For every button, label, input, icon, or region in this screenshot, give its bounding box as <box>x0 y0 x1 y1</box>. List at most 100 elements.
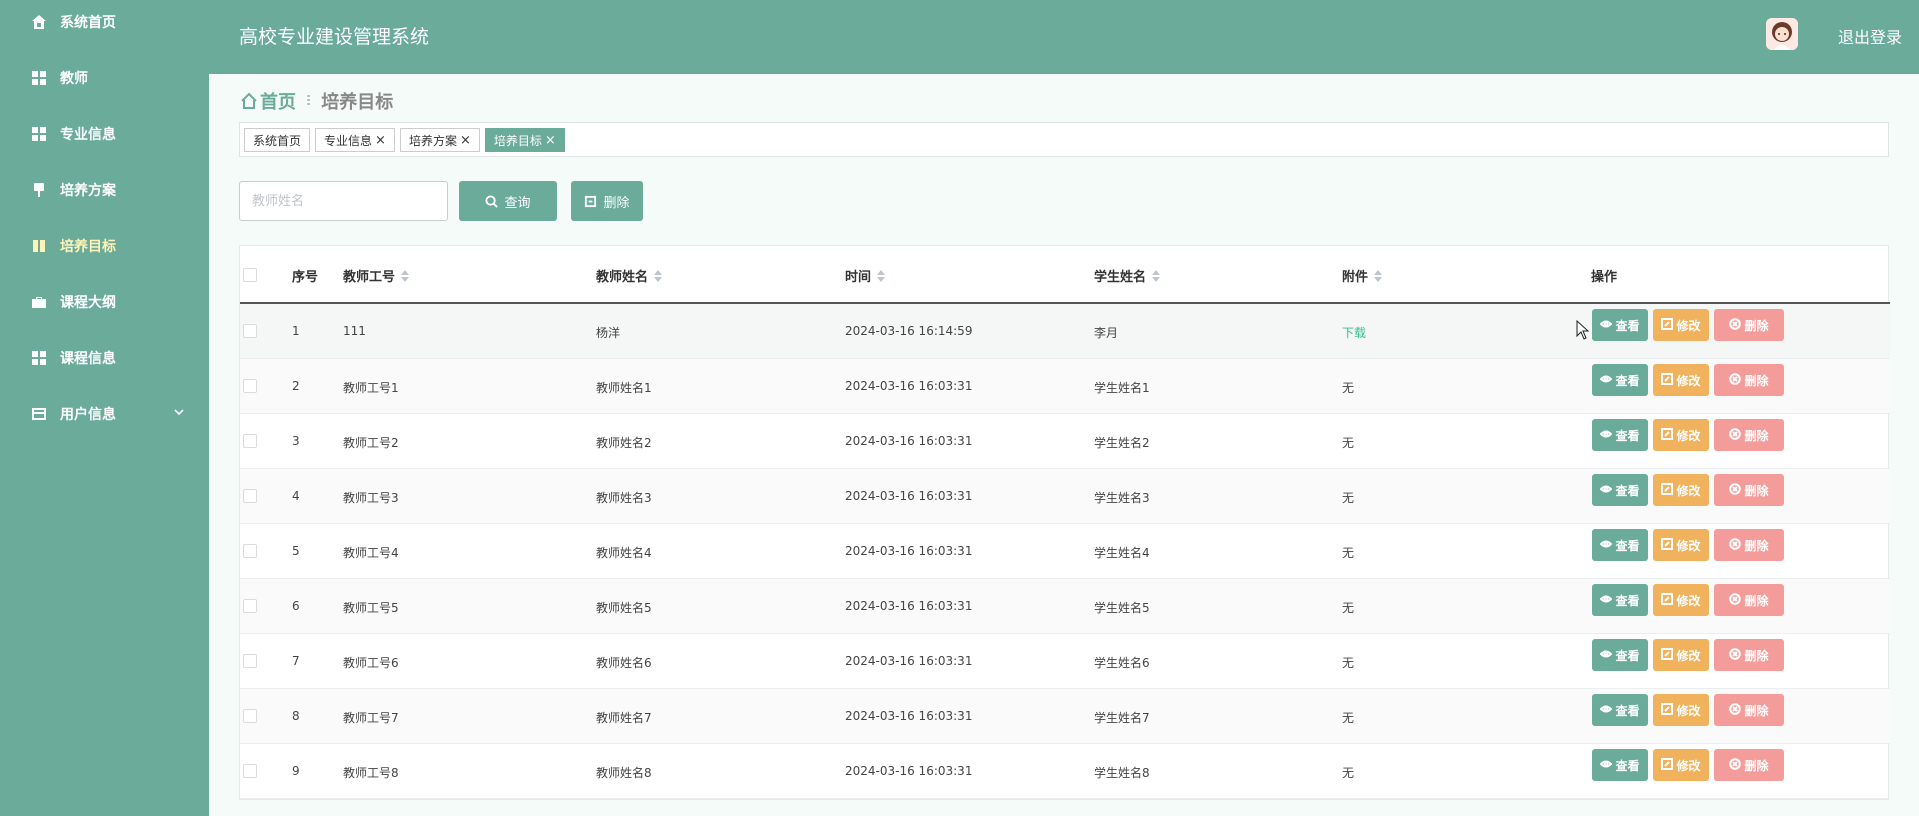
cell-time: 2024-03-16 16:03:31 <box>845 489 973 503</box>
table-row[interactable]: 8 教师工号7 教师姓名7 2024-03-16 16:03:31 学生姓名7 无 查看 修改… <box>240 689 1890 744</box>
sort-icon[interactable] <box>877 269 886 282</box>
column-header-time[interactable]: 时间 <box>845 266 886 285</box>
select-all-checkbox[interactable] <box>243 268 257 282</box>
table-row[interactable]: 2 教师工号1 教师姓名1 2024-03-16 16:03:31 学生姓名1 无 查看 修改… <box>240 359 1890 414</box>
row-checkbox[interactable] <box>243 654 257 668</box>
sidebar-item-plan[interactable]: 培养方案 <box>0 170 209 210</box>
close-icon[interactable]: × <box>375 134 386 147</box>
cell-teacher-id: 111 <box>343 324 366 338</box>
edit-button[interactable]: 修改 <box>1653 364 1709 396</box>
chevron-down-icon[interactable] <box>173 406 189 422</box>
delete-button[interactable]: 删除 <box>1714 639 1784 671</box>
cell-attachment: 无 <box>1342 381 1355 395</box>
row-checkbox[interactable] <box>243 489 257 503</box>
sort-icon[interactable] <box>1152 269 1161 282</box>
table-row[interactable]: 6 教师工号5 教师姓名5 2024-03-16 16:03:31 学生姓名5 无 查看 修改… <box>240 579 1890 634</box>
edit-button[interactable]: 修改 <box>1653 694 1709 726</box>
sort-icon[interactable] <box>654 269 663 282</box>
close-icon[interactable]: × <box>460 134 471 147</box>
table-row[interactable]: 1 111 杨洋 2024-03-16 16:14:59 李月 下载 查看 修改 删除 <box>240 304 1890 359</box>
sidebar-item-user[interactable]: 用户信息 <box>0 394 209 434</box>
cell-teacher-name: 教师姓名6 <box>596 656 652 670</box>
column-header-teacher-id[interactable]: 教师工号 <box>343 266 410 285</box>
query-button[interactable]: 查询 <box>459 181 557 221</box>
logout-link[interactable]: 退出登录 <box>1838 24 1902 48</box>
cell-teacher-id: 教师工号7 <box>343 711 399 725</box>
row-checkbox[interactable] <box>243 379 257 393</box>
column-header-student-name[interactable]: 学生姓名 <box>1094 266 1161 285</box>
view-button[interactable]: 查看 <box>1592 639 1648 671</box>
cell-teacher-id: 教师工号8 <box>343 766 399 780</box>
table-row[interactable]: 9 教师工号8 教师姓名8 2024-03-16 16:03:31 学生姓名8 无 查看 修改… <box>240 744 1890 799</box>
tab-major[interactable]: 专业信息 × <box>315 128 395 152</box>
avatar[interactable] <box>1766 18 1798 50</box>
table-row[interactable]: 4 教师工号3 教师姓名3 2024-03-16 16:03:31 学生姓名3 无 查看 修改… <box>240 469 1890 524</box>
delete-button[interactable]: 删除 <box>1714 364 1784 396</box>
view-button[interactable]: 查看 <box>1592 694 1648 726</box>
breadcrumb-current: 培养目标 <box>321 92 394 113</box>
sidebar-item-major[interactable]: 专业信息 <box>0 114 209 154</box>
row-checkbox[interactable] <box>243 544 257 558</box>
cell-time: 2024-03-16 16:03:31 <box>845 379 973 393</box>
edit-button[interactable]: 修改 <box>1653 749 1709 781</box>
sort-icon[interactable] <box>401 269 410 282</box>
breadcrumb-separator: ⵗ <box>306 93 312 109</box>
table-row[interactable]: 3 教师工号2 教师姓名2 2024-03-16 16:03:31 学生姓名2 无 查看 修改… <box>240 414 1890 469</box>
row-checkbox[interactable] <box>243 599 257 613</box>
delete-button[interactable]: 删除 <box>1714 584 1784 616</box>
cell-time: 2024-03-16 16:03:31 <box>845 434 973 448</box>
sidebar-item-syllabus[interactable]: 课程大纲 <box>0 282 209 322</box>
tab-goal[interactable]: 培养目标 × <box>484 128 565 152</box>
delete-button[interactable]: 删除 <box>1714 309 1784 341</box>
row-checkbox[interactable] <box>243 434 257 448</box>
cell-time: 2024-03-16 16:03:31 <box>845 654 973 668</box>
view-button[interactable]: 查看 <box>1592 529 1648 561</box>
row-checkbox[interactable] <box>243 324 257 338</box>
edit-button[interactable]: 修改 <box>1653 419 1709 451</box>
card-icon <box>30 405 48 423</box>
sidebar-item-goal[interactable]: 培养目标 <box>0 226 209 266</box>
delete-button[interactable]: 删除 <box>1714 694 1784 726</box>
view-button[interactable]: 查看 <box>1592 309 1648 341</box>
tab-plan[interactable]: 培养方案 × <box>399 128 480 152</box>
delete-button[interactable]: 删除 <box>1714 529 1784 561</box>
teacher-name-search-input[interactable] <box>239 181 448 221</box>
cell-attachment-download-link[interactable]: 下载 <box>1342 324 1366 341</box>
sidebar-item-teacher[interactable]: 教师 <box>0 58 209 98</box>
book-icon <box>30 237 48 255</box>
cell-time: 2024-03-16 16:03:31 <box>845 709 973 723</box>
tab-home[interactable]: 系统首页 <box>244 128 311 152</box>
table-row[interactable]: 7 教师工号6 教师姓名6 2024-03-16 16:03:31 学生姓名6 无 查看 修改… <box>240 634 1890 689</box>
view-button[interactable]: 查看 <box>1592 749 1648 781</box>
close-icon[interactable]: × <box>545 134 556 147</box>
sort-icon[interactable] <box>1374 269 1383 282</box>
sidebar-item-course[interactable]: 课程信息 <box>0 338 209 378</box>
row-checkbox[interactable] <box>243 709 257 723</box>
breadcrumb-home[interactable]: 首页 <box>240 88 296 114</box>
edit-icon <box>1661 482 1674 498</box>
view-button[interactable]: 查看 <box>1592 419 1648 451</box>
delete-button[interactable]: 删除 <box>1714 419 1784 451</box>
edit-button[interactable]: 修改 <box>1653 584 1709 616</box>
cell-student-name: 学生姓名7 <box>1094 711 1150 725</box>
edit-icon <box>1661 427 1674 443</box>
view-button[interactable]: 查看 <box>1592 584 1648 616</box>
cell-teacher-id: 教师工号3 <box>343 491 399 505</box>
edit-button[interactable]: 修改 <box>1653 309 1709 341</box>
delete-button[interactable]: 删除 <box>1714 474 1784 506</box>
edit-button[interactable]: 修改 <box>1653 639 1709 671</box>
view-button[interactable]: 查看 <box>1592 474 1648 506</box>
view-button[interactable]: 查看 <box>1592 364 1648 396</box>
edit-button[interactable]: 修改 <box>1653 529 1709 561</box>
cell-attachment: 无 <box>1342 766 1355 780</box>
column-header-attachment[interactable]: 附件 <box>1342 266 1383 285</box>
column-header-teacher-name[interactable]: 教师姓名 <box>596 266 663 285</box>
table-row[interactable]: 5 教师工号4 教师姓名4 2024-03-16 16:03:31 学生姓名4 无 查看 修改… <box>240 524 1890 579</box>
home-icon <box>241 92 257 109</box>
batch-delete-button[interactable]: 删除 <box>571 181 643 221</box>
delete-button[interactable]: 删除 <box>1714 749 1784 781</box>
sidebar-item-home[interactable]: 系统首页 <box>0 2 209 42</box>
row-checkbox[interactable] <box>243 764 257 778</box>
column-header-index: 序号 <box>292 270 319 285</box>
edit-button[interactable]: 修改 <box>1653 474 1709 506</box>
